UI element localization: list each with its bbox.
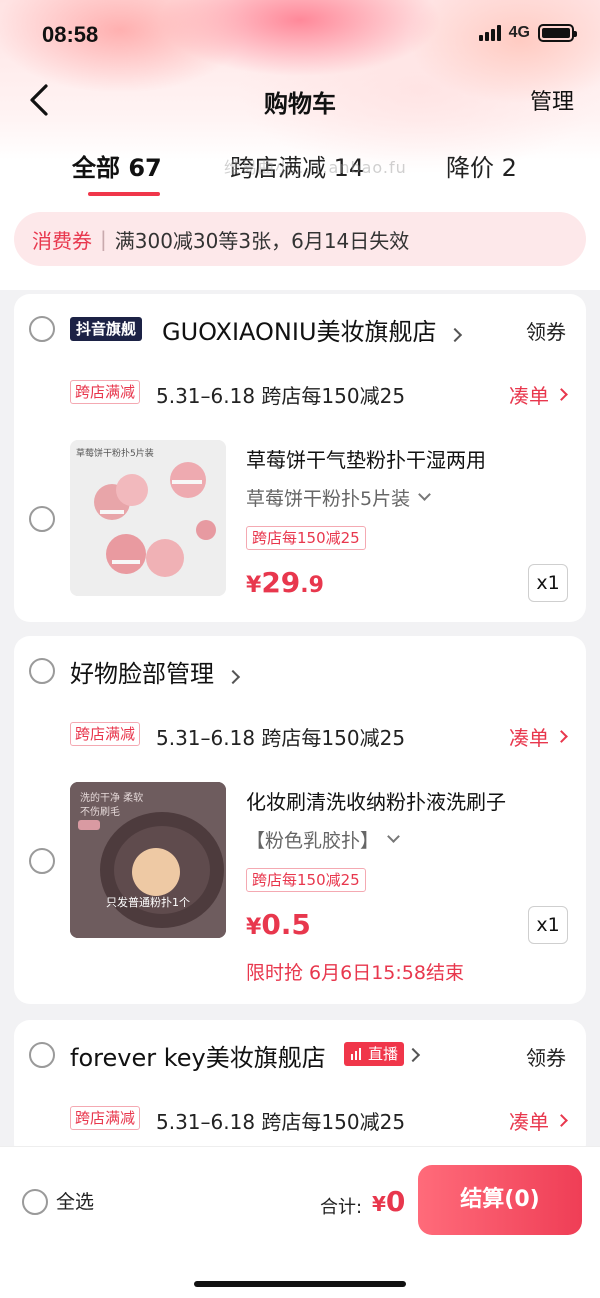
tab-all[interactable]: 全部 67 bbox=[72, 148, 162, 183]
coupon-notice-tag: 消费券 bbox=[32, 228, 92, 253]
live-bars-icon bbox=[351, 1048, 361, 1060]
chevron-down-icon bbox=[418, 488, 431, 501]
status-time: 08:58 bbox=[42, 22, 99, 47]
product-spec-selector[interactable]: 【粉色乳胶扑】 bbox=[246, 826, 400, 853]
quantity-stepper[interactable]: x1 bbox=[528, 564, 568, 602]
flash-sale-countdown: 限时抢 6月6日15:58结束 bbox=[246, 962, 464, 984]
promo-tag: 跨店满减 bbox=[70, 722, 141, 746]
add-on-label: 凑单 bbox=[509, 726, 549, 750]
store-select-checkbox[interactable] bbox=[29, 316, 55, 342]
divider: | bbox=[100, 227, 107, 251]
battery-icon bbox=[538, 24, 577, 42]
tab-price-drop[interactable]: 降价 2 bbox=[446, 148, 517, 183]
promo-tag: 跨店满减 bbox=[70, 380, 141, 404]
get-coupon-button[interactable]: 领券 bbox=[526, 316, 566, 345]
promo-text: 5.31–6.18 跨店每150减25 bbox=[156, 726, 406, 750]
store-card: forever key美妆旗舰店 直播 领券 跨店满减 5.31–6.18 跨店… bbox=[14, 1020, 586, 1160]
product-image[interactable]: 洗的干净 柔软不伤刷毛 只发普通粉扑1个 bbox=[70, 782, 226, 938]
product-select-checkbox[interactable] bbox=[29, 506, 55, 532]
chevron-down-icon bbox=[387, 830, 400, 843]
active-tab-indicator bbox=[88, 192, 160, 196]
chevron-right-icon bbox=[225, 669, 240, 685]
product-price: ¥0.5 bbox=[246, 908, 311, 941]
status-indicators: 4G bbox=[478, 24, 577, 42]
store-select-checkbox[interactable] bbox=[29, 658, 55, 684]
add-on-button[interactable]: 凑单 bbox=[509, 1106, 568, 1135]
total-number: 0 bbox=[385, 1185, 406, 1218]
get-coupon-button[interactable]: 领券 bbox=[526, 1042, 566, 1071]
product-promo-tag: 跨店每150减25 bbox=[246, 526, 366, 550]
price-integer: 29 bbox=[261, 566, 301, 599]
product-spec: 草莓饼干粉扑5片装 bbox=[246, 488, 411, 510]
price-currency: ¥ bbox=[246, 915, 262, 940]
total-amount: ¥0 bbox=[372, 1185, 405, 1218]
network-type: 4G bbox=[508, 24, 530, 41]
add-on-button[interactable]: 凑单 bbox=[509, 722, 568, 751]
promo-tag: 跨店满减 bbox=[70, 1106, 141, 1130]
chevron-right-icon bbox=[448, 327, 463, 343]
coupon-notice-text: 满300减30等3张，6月14日失效 bbox=[114, 228, 410, 253]
product-image[interactable]: 草莓饼干粉扑5片装 bbox=[70, 440, 226, 596]
status-bar: 08:58 4G bbox=[0, 0, 600, 70]
total-label: 合计: bbox=[320, 1197, 363, 1218]
add-on-button[interactable]: 凑单 bbox=[509, 380, 568, 409]
store-name-link[interactable]: forever key美妆旗舰店 bbox=[70, 1038, 326, 1073]
product-title[interactable]: 草莓饼干气垫粉扑干湿两用 bbox=[246, 444, 486, 473]
live-badge: 直播 bbox=[344, 1042, 405, 1066]
product-title[interactable]: 化妆刷清洗收纳粉扑液洗刷子 bbox=[246, 786, 506, 815]
checkout-button[interactable]: 结算(0) bbox=[418, 1165, 582, 1235]
product-promo-tag: 跨店每150减25 bbox=[246, 868, 366, 892]
page-title: 购物车 bbox=[264, 90, 336, 118]
price-decimal: .9 bbox=[300, 573, 324, 598]
chevron-right-icon bbox=[555, 730, 568, 743]
store-select-checkbox[interactable] bbox=[29, 1042, 55, 1068]
promo-text: 5.31–6.18 跨店每150减25 bbox=[156, 384, 406, 408]
coupon-notice[interactable]: 消费券 | 满300减30等3张，6月14日失效 bbox=[14, 212, 586, 266]
product-spec-selector[interactable]: 草莓饼干粉扑5片装 bbox=[246, 484, 431, 511]
live-label: 直播 bbox=[368, 1045, 399, 1063]
store-name: forever key美妆旗舰店 bbox=[70, 1044, 326, 1072]
product-select-checkbox[interactable] bbox=[29, 848, 55, 874]
store-badge: 抖音旗舰 bbox=[70, 317, 143, 341]
store-card: 抖音旗舰 GUOXIAONIU美妆旗舰店 领券 跨店满减 5.31–6.18 跨… bbox=[14, 294, 586, 622]
total-currency: ¥ bbox=[372, 1192, 386, 1216]
price-integer: 0.5 bbox=[261, 908, 311, 941]
store-name: 好物脸部管理 bbox=[70, 660, 214, 688]
product-image-caption: 只发普通粉扑1个 bbox=[106, 896, 190, 909]
navigation-bar: 购物车 管理 bbox=[0, 70, 600, 130]
product-thumbnail-art bbox=[70, 440, 226, 596]
add-on-label: 凑单 bbox=[509, 1110, 549, 1134]
chevron-right-icon bbox=[555, 388, 568, 401]
chevron-right-icon bbox=[405, 1047, 421, 1063]
home-indicator[interactable] bbox=[194, 1281, 406, 1287]
store-name-link[interactable]: 好物脸部管理 bbox=[70, 654, 240, 689]
store-name-link[interactable]: GUOXIAONIU美妆旗舰店 bbox=[162, 312, 463, 347]
watermark: 维易曲小... ..anbao.fu bbox=[224, 158, 407, 177]
add-on-label: 凑单 bbox=[509, 384, 549, 408]
store-name: GUOXIAONIU美妆旗舰店 bbox=[162, 318, 437, 346]
product-image-note: 洗的干净 柔软不伤刷毛 bbox=[80, 793, 144, 818]
product-price: ¥29.9 bbox=[246, 566, 324, 599]
store-card: 好物脸部管理 跨店满减 5.31–6.18 跨店每150减25 凑单 洗的干净 … bbox=[14, 636, 586, 1004]
checkout-bar: 全选 合计: ¥0 结算(0) bbox=[0, 1146, 600, 1298]
select-all-label[interactable]: 全选 bbox=[56, 1187, 94, 1214]
signal-icon bbox=[478, 25, 501, 41]
product-image-caption: 草莓饼干粉扑5片装 bbox=[76, 449, 154, 459]
promo-text: 5.31–6.18 跨店每150减25 bbox=[156, 1110, 406, 1134]
manage-button[interactable]: 管理 bbox=[530, 84, 574, 116]
product-spec: 【粉色乳胶扑】 bbox=[246, 830, 380, 852]
price-currency: ¥ bbox=[246, 573, 262, 598]
chevron-right-icon bbox=[555, 1114, 568, 1127]
select-all-checkbox[interactable] bbox=[22, 1189, 48, 1215]
quantity-stepper[interactable]: x1 bbox=[528, 906, 568, 944]
